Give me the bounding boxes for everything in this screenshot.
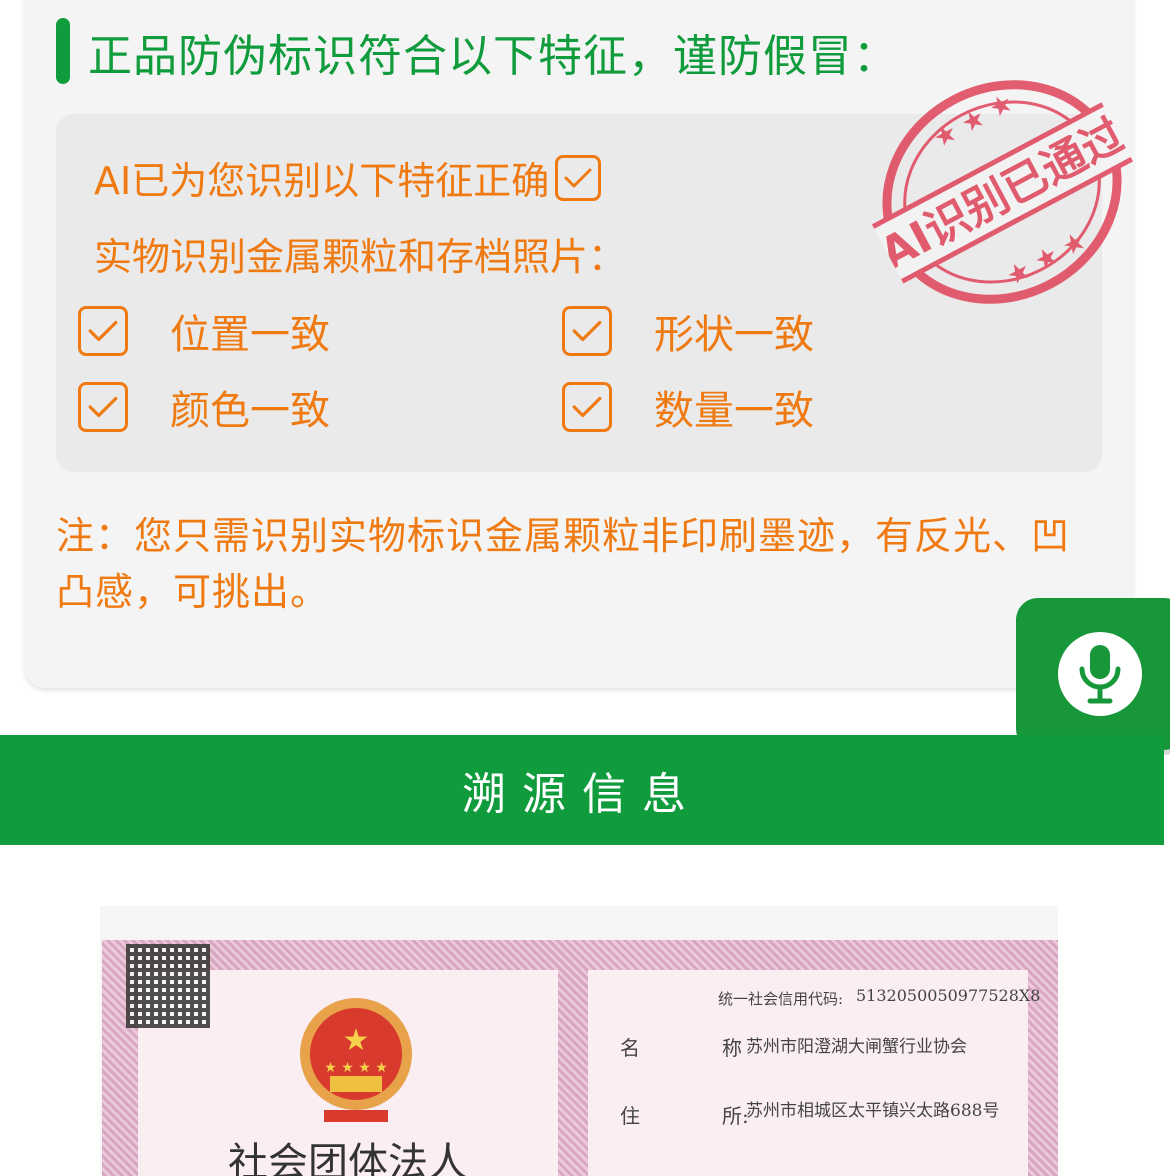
registration-certificate-image: ★ ★ ★ ★ ★ 统一社会信用代码: 5132050050977528X8 名…	[100, 906, 1058, 1176]
feature-label: 位置一致	[170, 312, 330, 358]
address-label: 住	[620, 1104, 640, 1128]
svg-text:★ ★ ★: ★ ★ ★	[928, 87, 1018, 154]
banner-title: 溯源信息	[462, 769, 702, 820]
checkbox-icon	[78, 306, 128, 356]
ai-verified-text: AI已为您识别以下特征正确	[94, 159, 550, 203]
feature-color: 颜色一致	[78, 378, 330, 436]
address-label-2: 所:	[722, 1104, 749, 1128]
feature-quantity: 数量一致	[562, 378, 814, 436]
national-emblem-icon: ★ ★ ★ ★ ★	[300, 998, 412, 1122]
microphone-icon	[1058, 632, 1142, 716]
qr-code-icon	[126, 944, 210, 1028]
checkbox-icon	[562, 306, 612, 356]
note-text: 注：您只需识别实物标识金属颗粒非印刷墨迹，有反光、凹凸感，可挑出。	[56, 514, 1071, 614]
checkbox-icon	[562, 382, 612, 432]
feature-label: 数量一致	[654, 388, 814, 434]
checkbox-icon	[555, 154, 602, 201]
svg-text:★ ★ ★ ★: ★ ★ ★ ★	[324, 1060, 388, 1076]
feature-shape: 形状一致	[562, 302, 814, 360]
section-title: 正品防伪标识符合以下特征，谨防假冒：	[88, 31, 898, 82]
feature-position: 位置一致	[78, 302, 330, 360]
organization-name: 苏州市阳澄湖大闸蟹行业协会	[746, 1037, 967, 1057]
checkbox-icon	[78, 382, 128, 432]
certificate-heading: 社会团体法人	[228, 1140, 468, 1176]
credit-code-value: 5132050050977528X8	[856, 986, 1041, 1005]
feature-label: 形状一致	[654, 312, 814, 358]
feature-subtitle: 实物识别金属颗粒和存档照片：	[94, 235, 627, 279]
name-label: 名	[620, 1036, 640, 1060]
organization-address: 苏州市相城区太平镇兴太路688号	[746, 1101, 1000, 1121]
trace-info-banner: 溯源信息	[0, 735, 1164, 845]
ai-verified-line: AI已为您识别以下特征正确	[94, 150, 602, 205]
title-accent-bar	[56, 18, 70, 84]
svg-text:★: ★	[343, 1023, 370, 1058]
name-label-2: 称	[722, 1036, 742, 1060]
voice-input-button[interactable]	[1016, 598, 1170, 750]
feature-label: 颜色一致	[170, 388, 330, 434]
credit-code-label: 统一社会信用代码:	[718, 990, 844, 1008]
